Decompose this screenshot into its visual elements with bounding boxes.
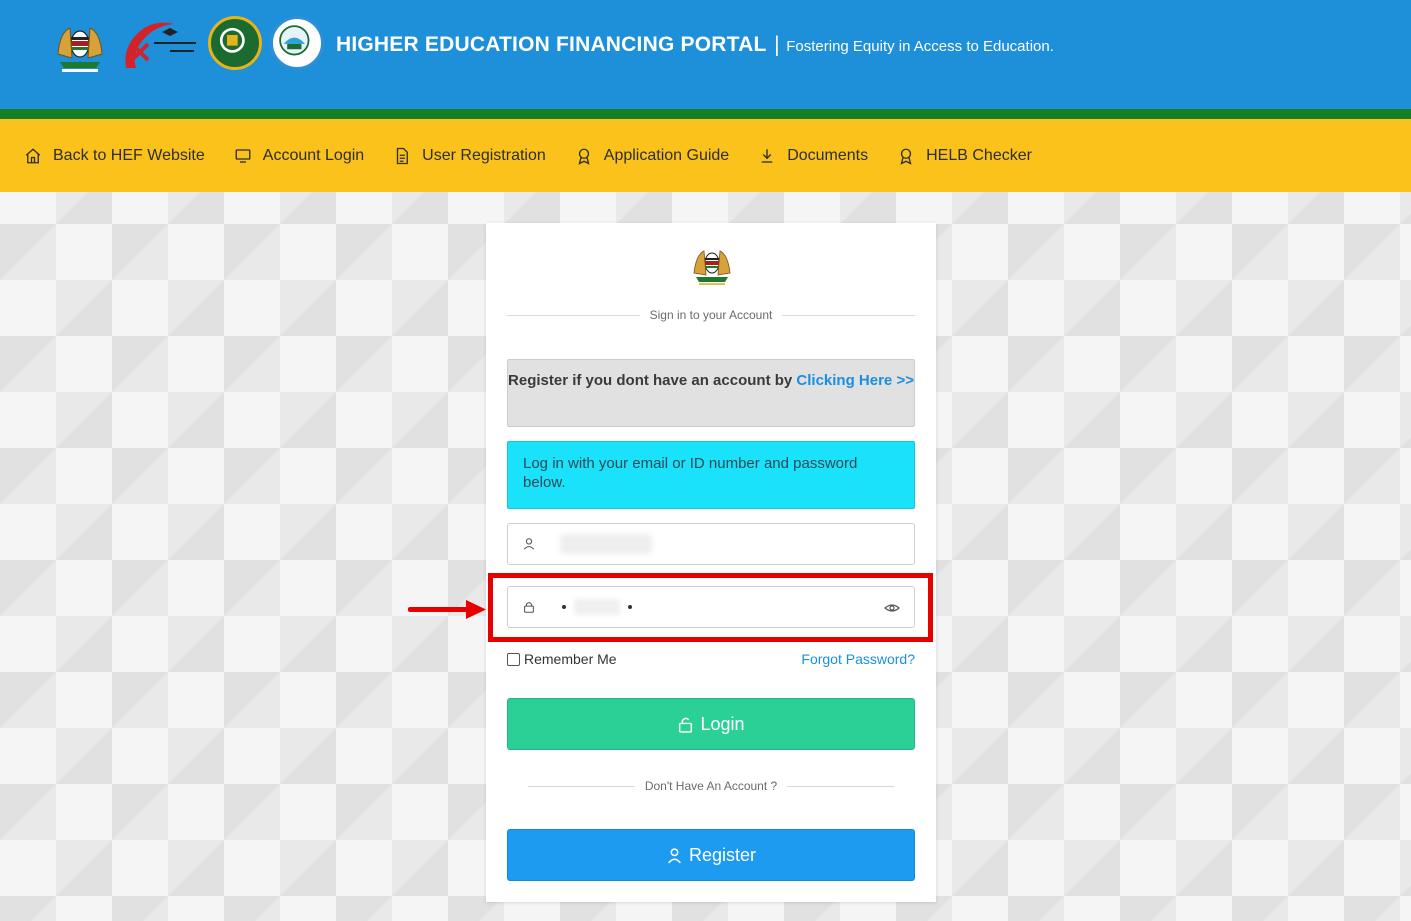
portal-title: HIGHER EDUCATION FINANCING PORTAL: [336, 33, 767, 56]
register-button-label: Register: [688, 844, 757, 865]
award-icon: [578, 148, 590, 165]
top-header: HIGHER EDUCATION FINANCING PORTAL | Fost…: [0, 0, 1411, 109]
nav-helb-checker[interactable]: HELB Checker: [897, 147, 1032, 165]
award-icon: [900, 148, 912, 165]
login-button[interactable]: Login: [507, 698, 915, 750]
signin-divider: Sign in to your Account: [507, 308, 915, 322]
register-alert: Register if you dont have an account by …: [507, 359, 915, 427]
kenya-coat-of-arms-icon: [693, 250, 731, 285]
login-card: Sign in to your Account Register if you …: [486, 223, 936, 902]
lock-icon: [524, 602, 534, 613]
nav-label: Account Login: [262, 146, 365, 164]
remember-me-checkbox[interactable]: [507, 652, 520, 666]
document-icon: [396, 147, 409, 164]
download-icon: [761, 148, 773, 163]
username-field[interactable]: [507, 523, 915, 565]
user-icon: [523, 538, 535, 550]
kenya-coat-of-arms-logo: [50, 14, 110, 72]
red-arrow-icon: [408, 600, 486, 619]
remember-me-label: Remember Me: [524, 651, 617, 667]
login-info-alert: Log in with your email or ID number and …: [507, 441, 915, 509]
eye-icon[interactable]: [884, 600, 900, 616]
unlock-icon: [679, 717, 693, 733]
title-separator: |: [773, 32, 781, 56]
red-swoosh-logo: [118, 14, 200, 72]
register-alert-text: Register if you dont have an account by: [508, 372, 797, 389]
portal-subtitle: Fostering Equity in Access to Education.: [786, 38, 1054, 55]
register-link[interactable]: Clicking Here >>: [796, 372, 914, 389]
password-field[interactable]: [507, 586, 915, 628]
nav-label: User Registration: [422, 146, 546, 164]
no-account-divider: Don't Have An Account ?: [528, 779, 894, 793]
password-masked-value: [562, 599, 632, 615]
nav-account-login[interactable]: Account Login: [234, 147, 364, 165]
monitor-icon: [235, 148, 251, 163]
register-button[interactable]: Register: [507, 829, 915, 881]
home-icon: [25, 147, 41, 163]
nav-back-to-hef[interactable]: Back to HEF Website: [24, 147, 205, 165]
logo-group: [50, 12, 324, 74]
signin-heading: Sign in to your Account: [649, 308, 773, 322]
nav-user-registration[interactable]: User Registration: [393, 147, 546, 165]
nav-label: Back to HEF Website: [53, 146, 205, 164]
no-account-text: Don't Have An Account ?: [644, 779, 778, 793]
green-stripe: [0, 109, 1411, 119]
helb-logo: [208, 16, 262, 70]
remember-me[interactable]: Remember Me: [507, 651, 617, 667]
login-info-text: Log in with your email or ID number and …: [523, 455, 858, 491]
user-icon: [668, 847, 681, 863]
university-fund-logo: [270, 16, 324, 70]
nav-label: Documents: [787, 146, 869, 164]
nav-label: Application Guide: [603, 146, 730, 164]
forgot-password-link[interactable]: Forgot Password?: [801, 651, 915, 667]
nav-application-guide[interactable]: Application Guide: [575, 147, 729, 165]
username-redacted: [560, 534, 652, 554]
portal-brand: HIGHER EDUCATION FINANCING PORTAL | Fost…: [336, 32, 1054, 57]
nav-documents[interactable]: Documents: [758, 147, 868, 165]
nav-label: HELB Checker: [926, 146, 1032, 164]
main-nav: Back to HEF Website Account Login User R…: [0, 119, 1411, 192]
login-button-label: Login: [700, 713, 745, 734]
